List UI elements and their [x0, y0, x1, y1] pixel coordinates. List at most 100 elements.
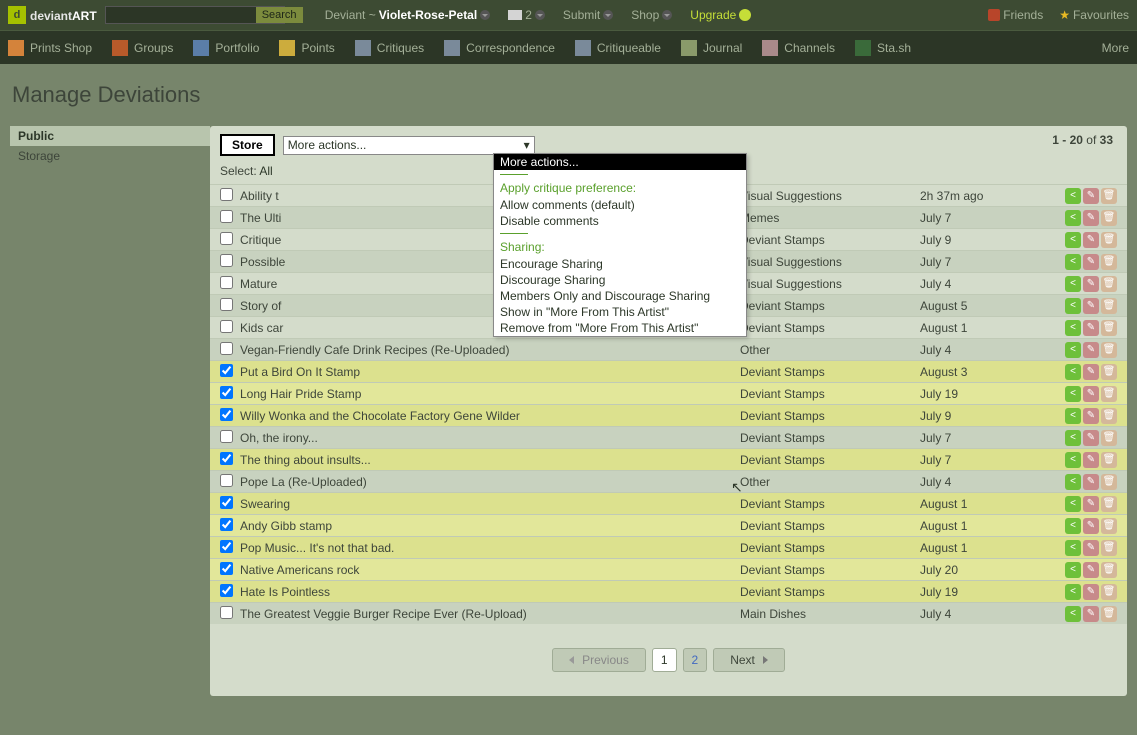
share-icon[interactable]: < [1065, 518, 1081, 534]
row-checkbox[interactable] [220, 540, 233, 553]
nav-channels[interactable]: Channels [762, 40, 835, 56]
delete-icon[interactable]: 🗑 [1101, 562, 1117, 578]
share-icon[interactable]: < [1065, 232, 1081, 248]
edit-icon[interactable]: ✎ [1083, 540, 1099, 556]
delete-icon[interactable]: 🗑 [1101, 342, 1117, 358]
row-checkbox[interactable] [220, 298, 233, 311]
row-checkbox[interactable] [220, 254, 233, 267]
share-icon[interactable]: < [1065, 342, 1081, 358]
share-icon[interactable]: < [1065, 474, 1081, 490]
edit-icon[interactable]: ✎ [1083, 188, 1099, 204]
logo[interactable]: d deviantART [8, 6, 97, 24]
row-title[interactable]: Swearing [240, 497, 740, 511]
delete-icon[interactable]: 🗑 [1101, 254, 1117, 270]
edit-icon[interactable]: ✎ [1083, 342, 1099, 358]
nav-journal[interactable]: Journal [681, 40, 742, 56]
shop-menu[interactable]: Shop [631, 8, 672, 22]
delete-icon[interactable]: 🗑 [1101, 518, 1117, 534]
dropdown-disable-comments[interactable]: Disable comments [494, 213, 746, 229]
share-icon[interactable]: < [1065, 210, 1081, 226]
delete-icon[interactable]: 🗑 [1101, 496, 1117, 512]
share-icon[interactable]: < [1065, 430, 1081, 446]
row-checkbox[interactable] [220, 518, 233, 531]
share-icon[interactable]: < [1065, 254, 1081, 270]
favourites-link[interactable]: ★Favourites [1059, 8, 1129, 22]
share-icon[interactable]: < [1065, 540, 1081, 556]
share-icon[interactable]: < [1065, 364, 1081, 380]
row-title[interactable]: Hate Is Pointless [240, 585, 740, 599]
row-checkbox[interactable] [220, 364, 233, 377]
edit-icon[interactable]: ✎ [1083, 518, 1099, 534]
row-checkbox[interactable] [220, 276, 233, 289]
row-title[interactable]: Pop Music... It's not that bad. [240, 541, 740, 555]
more-actions-select[interactable]: More actions...▾ [283, 136, 535, 155]
delete-icon[interactable]: 🗑 [1101, 584, 1117, 600]
nav-critiqueable[interactable]: Critiqueable [575, 40, 661, 56]
nav-prints-shop[interactable]: Prints Shop [8, 40, 92, 56]
share-icon[interactable]: < [1065, 320, 1081, 336]
row-title[interactable]: Long Hair Pride Stamp [240, 387, 740, 401]
edit-icon[interactable]: ✎ [1083, 430, 1099, 446]
delete-icon[interactable]: 🗑 [1101, 386, 1117, 402]
share-icon[interactable]: < [1065, 298, 1081, 314]
row-title[interactable]: Pope La (Re-Uploaded) [240, 475, 740, 489]
upgrade-link[interactable]: Upgrade [690, 8, 751, 22]
delete-icon[interactable]: 🗑 [1101, 364, 1117, 380]
messages-menu[interactable]: 2 [508, 8, 545, 22]
row-title[interactable]: The thing about insults... [240, 453, 740, 467]
nav-points[interactable]: Points [279, 40, 334, 56]
row-checkbox[interactable] [220, 342, 233, 355]
edit-icon[interactable]: ✎ [1083, 408, 1099, 424]
delete-icon[interactable]: 🗑 [1101, 430, 1117, 446]
row-title[interactable]: Willy Wonka and the Chocolate Factory Ge… [240, 409, 740, 423]
dropdown-discourage-sharing[interactable]: Discourage Sharing [494, 272, 746, 288]
share-icon[interactable]: < [1065, 276, 1081, 292]
edit-icon[interactable]: ✎ [1083, 210, 1099, 226]
dropdown-allow-comments[interactable]: Allow comments (default) [494, 197, 746, 213]
nav-more[interactable]: More [1102, 41, 1129, 55]
share-icon[interactable]: < [1065, 584, 1081, 600]
delete-icon[interactable]: 🗑 [1101, 474, 1117, 490]
delete-icon[interactable]: 🗑 [1101, 408, 1117, 424]
dropdown-encourage-sharing[interactable]: Encourage Sharing [494, 256, 746, 272]
edit-icon[interactable]: ✎ [1083, 562, 1099, 578]
user-menu[interactable]: Deviant ~Violet-Rose-Petal [325, 8, 491, 22]
row-checkbox[interactable] [220, 562, 233, 575]
select-all-link[interactable]: All [259, 164, 272, 178]
edit-icon[interactable]: ✎ [1083, 496, 1099, 512]
edit-icon[interactable]: ✎ [1083, 232, 1099, 248]
row-checkbox[interactable] [220, 188, 233, 201]
edit-icon[interactable]: ✎ [1083, 386, 1099, 402]
delete-icon[interactable]: 🗑 [1101, 232, 1117, 248]
share-icon[interactable]: < [1065, 452, 1081, 468]
row-checkbox[interactable] [220, 474, 233, 487]
share-icon[interactable]: < [1065, 386, 1081, 402]
row-checkbox[interactable] [220, 584, 233, 597]
share-icon[interactable]: < [1065, 496, 1081, 512]
delete-icon[interactable]: 🗑 [1101, 298, 1117, 314]
row-title[interactable]: Native Americans rock [240, 563, 740, 577]
search-input[interactable] [106, 9, 256, 21]
edit-icon[interactable]: ✎ [1083, 276, 1099, 292]
row-title[interactable]: Andy Gibb stamp [240, 519, 740, 533]
edit-icon[interactable]: ✎ [1083, 254, 1099, 270]
friends-link[interactable]: Friends [988, 8, 1043, 22]
nav-groups[interactable]: Groups [112, 40, 173, 56]
edit-icon[interactable]: ✎ [1083, 298, 1099, 314]
edit-icon[interactable]: ✎ [1083, 364, 1099, 380]
delete-icon[interactable]: 🗑 [1101, 606, 1117, 622]
row-checkbox[interactable] [220, 320, 233, 333]
nav-critiques[interactable]: Critiques [355, 40, 424, 56]
row-checkbox[interactable] [220, 386, 233, 399]
edit-icon[interactable]: ✎ [1083, 452, 1099, 468]
delete-icon[interactable]: 🗑 [1101, 276, 1117, 292]
share-icon[interactable]: < [1065, 606, 1081, 622]
row-title[interactable]: Put a Bird On It Stamp [240, 365, 740, 379]
edit-icon[interactable]: ✎ [1083, 320, 1099, 336]
search-button[interactable]: Search [256, 7, 303, 23]
row-title[interactable]: Oh, the irony... [240, 431, 740, 445]
sidebar-item-storage[interactable]: Storage [10, 146, 210, 166]
delete-icon[interactable]: 🗑 [1101, 188, 1117, 204]
row-checkbox[interactable] [220, 496, 233, 509]
dropdown-members-only[interactable]: Members Only and Discourage Sharing [494, 288, 746, 304]
